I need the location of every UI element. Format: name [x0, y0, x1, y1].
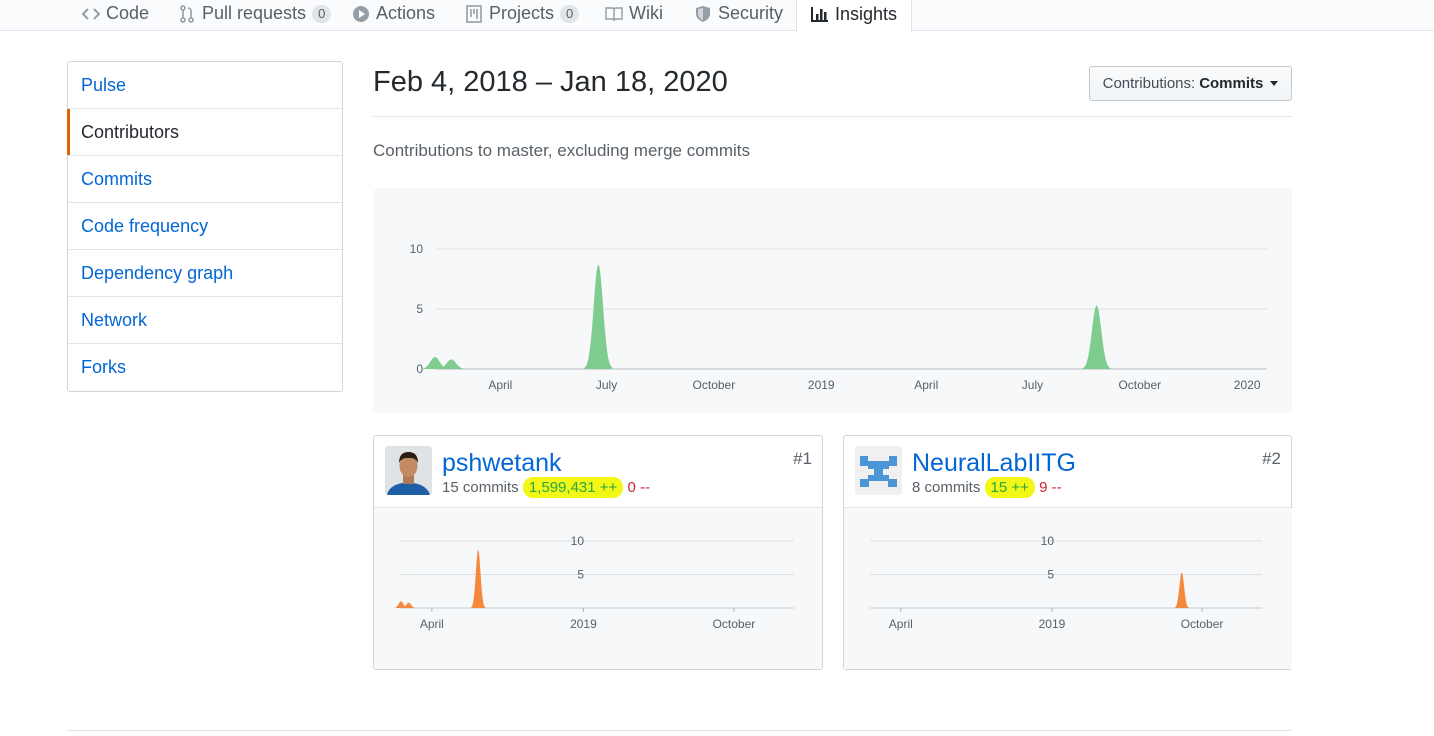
contributor-stats: 8 commits 15 ++ 9 -- — [912, 477, 1062, 498]
contributor-card-2: NeuralLabIITG 8 commits 15 ++ 9 -- #2 5 1… — [843, 435, 1292, 670]
tab-label: Insights — [835, 3, 898, 24]
x-tick-label: April — [488, 378, 512, 392]
x-tick-label: July — [596, 378, 617, 392]
pull-request-count: 0 — [312, 4, 332, 23]
x-tick-label: April — [420, 617, 444, 631]
x-tick-label: 2019 — [808, 378, 835, 392]
commit-count-link[interactable]: 15 commits — [442, 479, 519, 496]
tab-security[interactable]: Security — [694, 0, 783, 31]
commits-over-time-chart: 0 5 10 April July October 2019 April July October… — [373, 188, 1292, 413]
x-tick-label: October — [713, 617, 756, 631]
contributor-rank: #2 — [1262, 449, 1281, 468]
tab-pull-requests[interactable]: Pull requests 0 — [178, 0, 332, 31]
x-tick-label: October — [693, 378, 736, 392]
contributor-commit-chart: 5 10 April 2019 October — [844, 508, 1292, 669]
tab-label: Actions — [376, 3, 436, 23]
x-tick-label: October — [1181, 617, 1224, 631]
sidebar-item-network[interactable]: Network — [68, 297, 342, 344]
y-tick-label: 10 — [410, 242, 424, 256]
x-tick-label: 2020 — [1234, 378, 1261, 392]
footer-divider — [67, 730, 1292, 731]
sidebar-item-pulse[interactable]: Pulse — [68, 62, 342, 109]
tab-insights[interactable]: Insights — [796, 0, 913, 32]
x-tick-label: October — [1118, 378, 1161, 392]
insights-sidebar-menu: Pulse Contributors Commits Code frequenc… — [67, 61, 343, 392]
contributor-rank: #1 — [793, 449, 812, 468]
tab-code[interactable]: Code — [82, 0, 149, 31]
deletions-count: 9 -- — [1039, 479, 1062, 496]
commit-peak — [471, 549, 486, 608]
x-tick-label: April — [914, 378, 938, 392]
additions-count: 15 ++ — [984, 477, 1035, 498]
shield-icon — [694, 5, 712, 23]
commit-peak — [1082, 305, 1111, 369]
play-icon — [352, 5, 370, 23]
contributions-subtitle: Contributions to master, excluding merge… — [373, 141, 750, 160]
contributor-chart-svg: 5 10 April 2019 October — [394, 534, 794, 631]
tab-label: Security — [718, 3, 784, 23]
commits-chart-svg: 0510April July October 2019 April July October… — [410, 242, 1267, 392]
header-divider — [373, 116, 1292, 117]
date-range-title: Feb 4, 2018 – Jan 18, 2020 — [373, 66, 728, 98]
sidebar-item-code-frequency[interactable]: Code frequency — [68, 203, 342, 250]
sidebar-item-forks[interactable]: Forks — [68, 344, 342, 391]
contributor-username-link[interactable]: NeuralLabIITG — [912, 449, 1076, 478]
x-tick-label: 2019 — [570, 617, 597, 631]
x-tick-label: 2019 — [1039, 617, 1066, 631]
tab-projects[interactable]: Projects 0 — [465, 0, 580, 31]
contributor-card-1: pshwetank 15 commits 1,599,431 ++ 0 -- #… — [373, 435, 823, 670]
caret-down-icon — [1270, 81, 1279, 86]
x-tick-label: July — [1022, 378, 1043, 392]
tab-label: Pull requests — [202, 3, 307, 23]
user-photo-avatar[interactable] — [385, 446, 432, 495]
additions-count: 1,599,431 ++ — [522, 477, 624, 498]
tab-actions[interactable]: Actions — [352, 0, 435, 31]
y-tick-label: 10 — [571, 534, 585, 548]
sidebar-item-dependency-graph[interactable]: Dependency graph — [68, 250, 342, 297]
deletions-count: 0 -- — [627, 479, 650, 496]
code-icon — [82, 5, 100, 23]
contributor-username-link[interactable]: pshwetank — [442, 449, 562, 478]
commit-peak — [584, 264, 613, 369]
tab-wiki[interactable]: Wiki — [605, 0, 663, 31]
contributor-card-header: NeuralLabIITG 8 commits 15 ++ 9 -- #2 — [844, 436, 1291, 508]
book-icon — [605, 5, 623, 23]
projects-count: 0 — [560, 4, 580, 23]
y-tick-label: 5 — [577, 568, 584, 582]
project-icon — [465, 4, 483, 23]
graph-icon — [811, 5, 829, 23]
tab-label: Code — [106, 3, 150, 23]
contributions-type-dropdown[interactable]: Contributions: Commits — [1089, 66, 1292, 101]
repo-tab-bar: Code Pull requests 0 Actions Projects 0 … — [0, 0, 1434, 32]
contributions-selected-value: Commits — [1199, 75, 1264, 92]
y-tick-label: 10 — [1041, 534, 1055, 548]
contributor-stats: 15 commits 1,599,431 ++ 0 -- — [442, 477, 650, 498]
tab-label: Wiki — [629, 3, 663, 23]
sidebar-item-contributors[interactable]: Contributors — [67, 109, 342, 156]
commit-count-link[interactable]: 8 commits — [912, 479, 980, 496]
commit-peak — [1174, 572, 1189, 608]
sidebar-item-commits[interactable]: Commits — [68, 156, 342, 203]
contributor-card-header: pshwetank 15 commits 1,599,431 ++ 0 -- #… — [374, 436, 822, 508]
y-tick-label: 5 — [416, 302, 423, 316]
contributions-label: Contributions: — [1102, 75, 1196, 92]
x-tick-label: April — [889, 617, 913, 631]
y-tick-label: 5 — [1047, 568, 1054, 582]
contributor-commit-chart: 5 10 April 2019 October — [374, 508, 822, 669]
contributor-chart-svg: 5 10 April 2019 October — [870, 534, 1262, 631]
identicon-avatar[interactable] — [855, 446, 902, 495]
tab-label: Projects — [489, 3, 555, 23]
pull-request-icon — [178, 4, 196, 23]
